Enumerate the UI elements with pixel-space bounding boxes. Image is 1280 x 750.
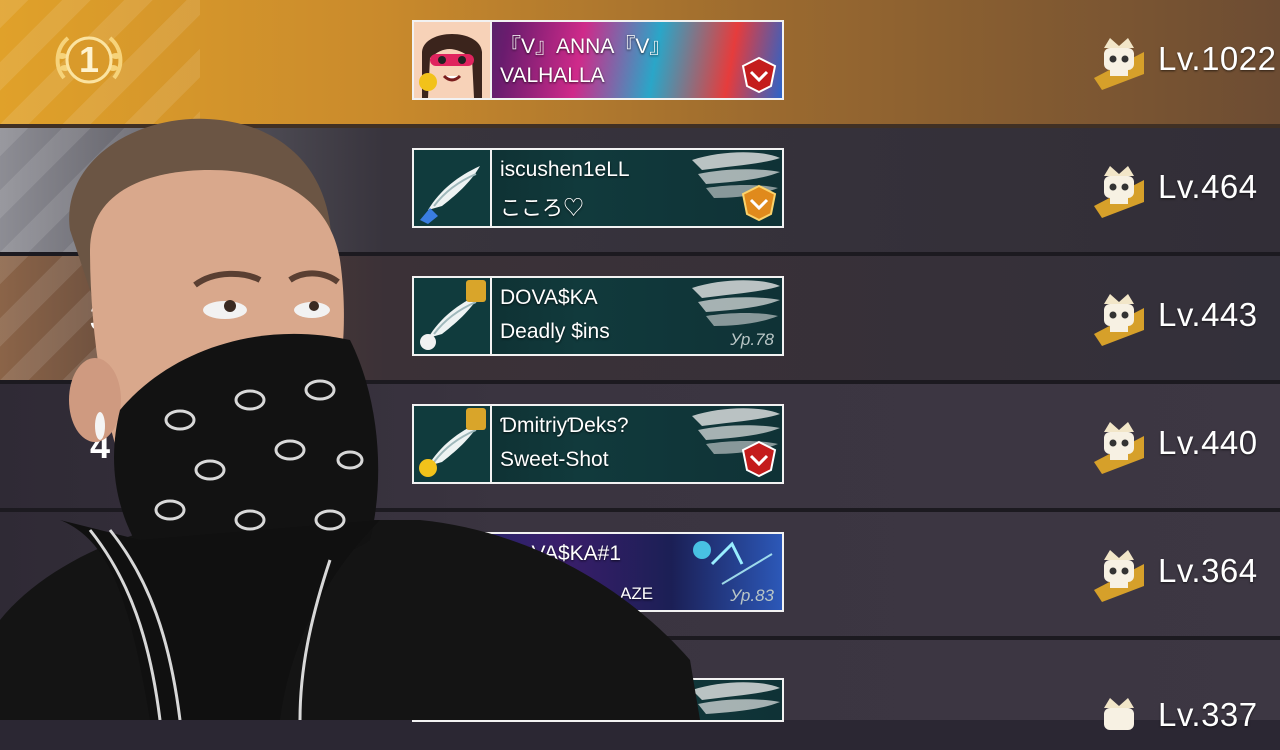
guild-level: Ур.78 bbox=[730, 330, 774, 349]
guild-emblem-icon bbox=[741, 184, 777, 222]
player-level: Lv.1022 bbox=[1158, 40, 1277, 77]
crowned-skull-level-icon bbox=[1094, 550, 1144, 602]
player-level: Lv.443 bbox=[1158, 296, 1258, 333]
guild-level: Ур.83 bbox=[730, 586, 774, 605]
rank-number: 1 bbox=[78, 39, 100, 80]
guild-emblem-icon bbox=[741, 56, 777, 94]
crowned-skull-level-icon bbox=[1104, 698, 1134, 730]
player-level: Lv.364 bbox=[1158, 552, 1258, 589]
guild-emblem-icon bbox=[741, 440, 777, 478]
player-level: Lv.440 bbox=[1158, 424, 1258, 461]
player-name: 『V』ANNA『V』 bbox=[500, 35, 671, 58]
crowned-skull-level-icon bbox=[1094, 294, 1144, 346]
crowned-skull-level-icon bbox=[1094, 166, 1144, 218]
player-level: Lv.464 bbox=[1158, 168, 1258, 205]
player-avatar bbox=[414, 22, 492, 98]
streamer-photo bbox=[0, 118, 700, 720]
crowned-skull-level-icon bbox=[1094, 422, 1144, 474]
crowned-skull-level-icon bbox=[1094, 38, 1144, 90]
player-guild: VALHALLA bbox=[500, 64, 605, 87]
player-banner[interactable]: 『V』ANNA『V』 VALHALLA bbox=[412, 20, 784, 100]
player-level: Lv.337 bbox=[1158, 696, 1258, 733]
girl-avatar-icon bbox=[414, 22, 490, 98]
